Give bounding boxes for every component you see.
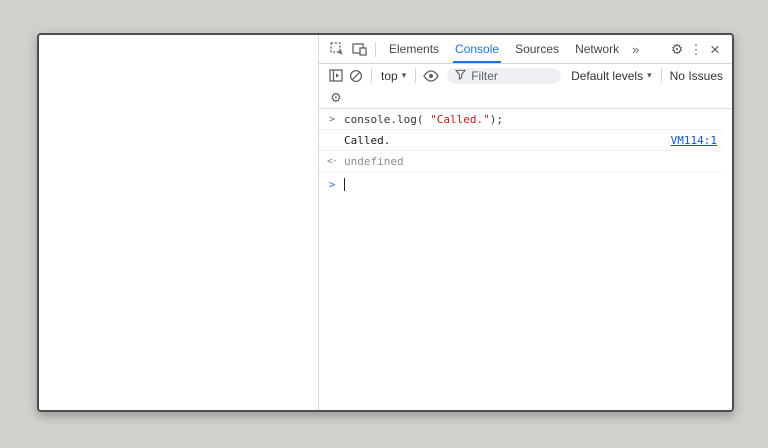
- chevron-down-icon: ▾: [647, 70, 652, 81]
- chevron-down-icon: ▾: [402, 70, 407, 81]
- returned-value-icon: <·: [326, 156, 338, 167]
- tab-console[interactable]: Console: [447, 35, 507, 63]
- panel-tabs: Elements Console Sources Network: [381, 35, 627, 63]
- text-cursor: [344, 178, 345, 191]
- console-messages: > console.log( "Called."); Called. VM114…: [319, 109, 732, 410]
- console-log-message: Called. VM114:1: [319, 130, 723, 151]
- filter-funnel-icon: [455, 67, 471, 85]
- divider: [415, 68, 416, 83]
- gear-icon: ⚙: [330, 91, 342, 104]
- divider: [661, 68, 662, 83]
- console-toolbar-right: Default levels ▾ No Issues: [567, 68, 726, 83]
- console-settings-button[interactable]: ⚙: [326, 88, 346, 108]
- console-settings-row: ⚙: [319, 87, 732, 109]
- devtools-tab-bar: Elements Console Sources Network » ⚙ ⋮ ×: [319, 35, 732, 64]
- filter-input[interactable]: [471, 69, 553, 83]
- eye-icon: [423, 70, 439, 82]
- console-filter-field[interactable]: [447, 68, 561, 84]
- tab-elements[interactable]: Elements: [381, 35, 447, 63]
- clear-console-button[interactable]: [346, 66, 366, 86]
- create-live-expression-button[interactable]: [421, 66, 441, 86]
- more-tabs-button[interactable]: »: [627, 42, 644, 57]
- device-toolbar-icon: [352, 43, 367, 56]
- prompt-chevron-icon: >: [326, 178, 338, 191]
- tab-bar-actions: ⚙ ⋮ ×: [666, 38, 726, 60]
- echo-code: console.log(: [344, 113, 430, 126]
- kebab-menu-icon: ⋮: [690, 43, 703, 56]
- echo-code-after: );: [490, 113, 503, 126]
- console-command-echo: > console.log( "Called.");: [319, 109, 723, 130]
- devtools-panel: Elements Console Sources Network » ⚙ ⋮ ×: [319, 35, 732, 410]
- devtools-menu-button[interactable]: ⋮: [688, 38, 704, 60]
- page-viewport: [39, 35, 319, 410]
- close-icon: ×: [710, 41, 720, 58]
- toggle-device-toolbar-button[interactable]: [348, 38, 370, 60]
- command-chevron-icon: >: [326, 114, 338, 125]
- tab-network[interactable]: Network: [567, 35, 627, 63]
- issues-counter[interactable]: No Issues: [667, 69, 726, 83]
- inspect-element-button[interactable]: [326, 38, 348, 60]
- log-levels-selector[interactable]: Default levels ▾: [567, 69, 656, 83]
- echo-string-literal: "Called.": [430, 113, 490, 126]
- inspect-cursor-icon: [330, 42, 344, 56]
- clear-console-icon: [349, 69, 363, 83]
- browser-window: Elements Console Sources Network » ⚙ ⋮ ×: [37, 33, 734, 412]
- context-label: top: [381, 69, 398, 83]
- gear-icon: ⚙: [671, 42, 684, 56]
- divider: [371, 68, 372, 83]
- console-prompt[interactable]: >: [319, 172, 723, 194]
- levels-label: Default levels: [571, 69, 643, 83]
- returned-value-text: undefined: [344, 155, 404, 168]
- divider: [375, 42, 376, 57]
- log-text: Called.: [344, 134, 390, 147]
- source-location-link[interactable]: VM114:1: [663, 134, 717, 147]
- show-console-sidebar-button[interactable]: [326, 66, 346, 86]
- tab-sources[interactable]: Sources: [507, 35, 567, 63]
- devtools-settings-button[interactable]: ⚙: [666, 38, 688, 60]
- javascript-context-selector[interactable]: top ▾: [377, 69, 410, 83]
- close-devtools-button[interactable]: ×: [704, 38, 726, 60]
- console-sidebar-icon: [329, 69, 343, 82]
- console-toolbar: top ▾: [319, 64, 732, 87]
- console-returned-value: <· undefined: [319, 151, 723, 172]
- double-chevron-icon: »: [632, 42, 639, 57]
